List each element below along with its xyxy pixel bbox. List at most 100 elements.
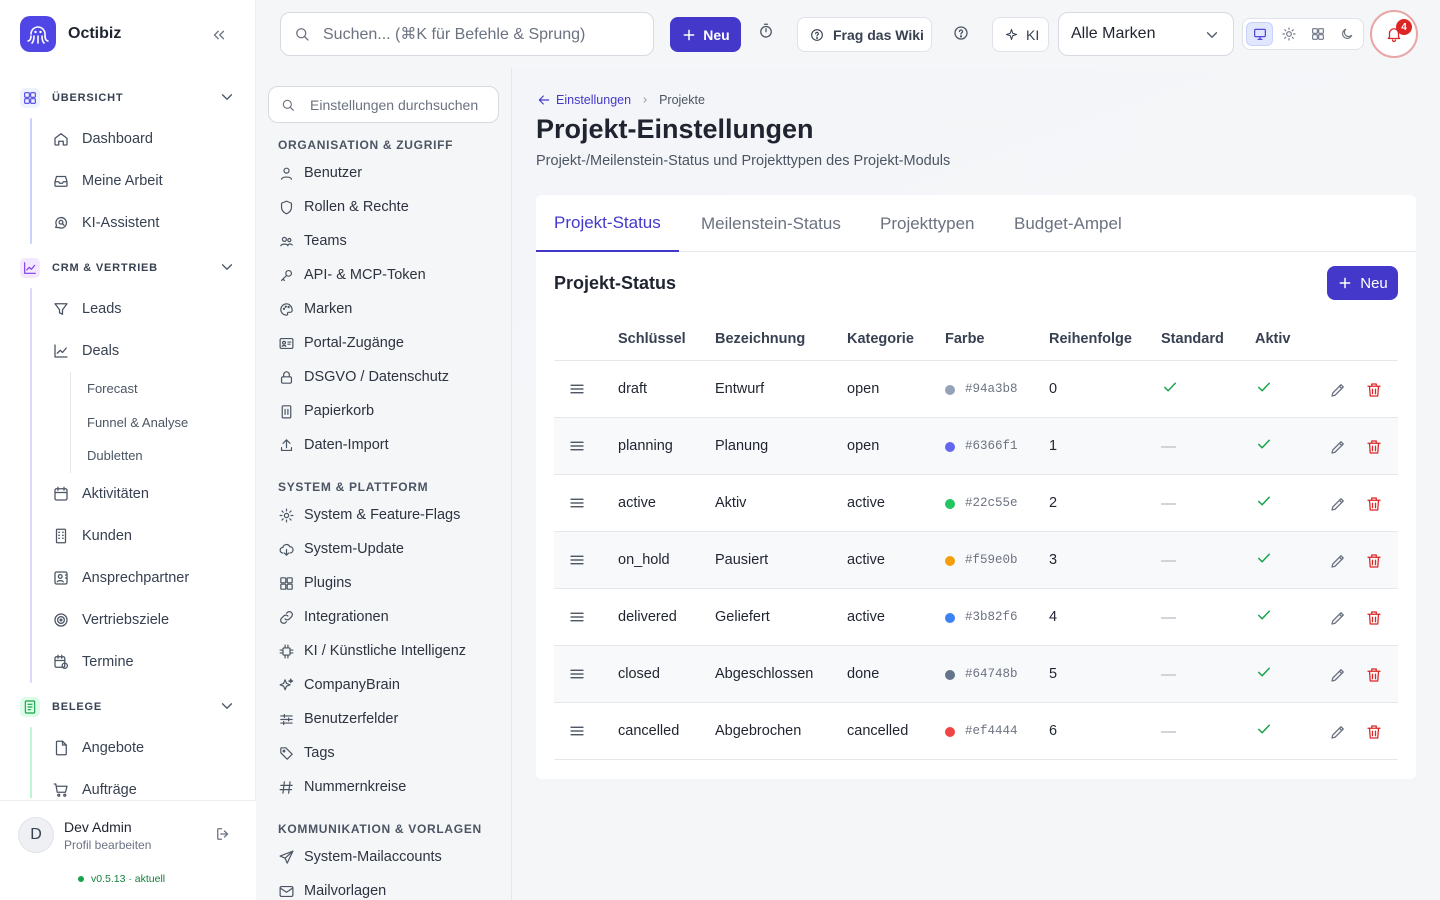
- settings-item-portal[interactable]: Portal-Zugänge: [256, 326, 512, 360]
- tab-projekt-status[interactable]: Projekt-Status: [536, 195, 679, 252]
- sidebar-subitem-forecast[interactable]: Forecast: [71, 372, 256, 406]
- edit-pencil-icon[interactable]: [1329, 552, 1347, 570]
- shield-icon: [280, 200, 293, 214]
- settings-item-benutzer[interactable]: Benutzer: [256, 156, 512, 190]
- sidebar-item-aktivitaeten[interactable]: Aktivitäten: [0, 473, 256, 515]
- column-header[interactable]: Standard: [1161, 331, 1224, 347]
- sidebar-item-termine[interactable]: Termine: [0, 641, 256, 683]
- collapse-sidebar-icon[interactable]: [208, 24, 230, 46]
- drag-handle-icon[interactable]: [568, 437, 586, 455]
- new-button[interactable]: Neu: [670, 17, 741, 52]
- edit-pencil-icon[interactable]: [1329, 438, 1347, 456]
- section-crm-vertrieb[interactable]: CRM & VERTRIEB: [0, 248, 256, 288]
- edit-pencil-icon[interactable]: [1329, 666, 1347, 684]
- settings-item-mailvorlagen[interactable]: Mailvorlagen: [256, 874, 512, 900]
- settings-item-companybrain[interactable]: CompanyBrain: [256, 668, 512, 702]
- sidebar-item-ansprechpartner[interactable]: Ansprechpartner: [0, 557, 256, 599]
- settings-item-label: Mailvorlagen: [304, 883, 387, 899]
- column-header[interactable]: Schlüssel: [618, 331, 686, 347]
- drag-handle-icon[interactable]: [568, 722, 586, 740]
- settings-item-import[interactable]: Daten-Import: [256, 428, 512, 462]
- sidebar-item-meine-arbeit[interactable]: Meine Arbeit: [0, 160, 256, 202]
- settings-item-marken[interactable]: Marken: [256, 292, 512, 326]
- ki-button[interactable]: KI: [992, 17, 1049, 52]
- column-header[interactable]: Reihenfolge: [1049, 331, 1132, 347]
- tab-meilenstein-status[interactable]: Meilenstein-Status: [701, 195, 841, 252]
- edit-pencil-icon[interactable]: [1329, 495, 1347, 513]
- settings-item-nummernkreise[interactable]: Nummernkreise: [256, 770, 512, 804]
- sidebar-subitem-dubletten[interactable]: Dubletten: [71, 439, 256, 473]
- settings-item-label: Integrationen: [304, 609, 389, 625]
- settings-item-mailaccounts[interactable]: System-Mailaccounts: [256, 840, 512, 874]
- settings-item-rollen[interactable]: Rollen & Rechte: [256, 190, 512, 224]
- sidebar-item-angebote[interactable]: Angebote: [0, 727, 256, 769]
- section-belege[interactable]: BELEGE: [0, 687, 256, 727]
- chevron-down-icon[interactable]: [218, 258, 236, 276]
- settings-search-input[interactable]: Einstellungen durchsuchen: [268, 86, 499, 123]
- breadcrumb-back-link[interactable]: Einstellungen: [536, 92, 631, 108]
- monitor-icon[interactable]: [1246, 22, 1274, 46]
- settings-item-update[interactable]: System-Update: [256, 532, 512, 566]
- settings-item-papierkorb[interactable]: Papierkorb: [256, 394, 512, 428]
- column-header[interactable]: Kategorie: [847, 331, 914, 347]
- brand-select[interactable]: Alle Marken: [1058, 12, 1234, 56]
- settings-item-tags[interactable]: Tags: [256, 736, 512, 770]
- tab-projekttypen[interactable]: Projekttypen: [880, 195, 975, 252]
- sidebar-subitem-funnel[interactable]: Funnel & Analyse: [71, 406, 256, 440]
- drag-handle-icon[interactable]: [568, 380, 586, 398]
- settings-item-api-token[interactable]: API- & MCP-Token: [256, 258, 512, 292]
- column-header[interactable]: Bezeichnung: [715, 331, 805, 347]
- help-icon[interactable]: [952, 24, 970, 42]
- chevron-down-icon[interactable]: [218, 697, 236, 715]
- color-swatch: [945, 727, 955, 737]
- sidebar-item-ki-assistent[interactable]: KI-Assistent: [0, 202, 256, 244]
- edit-pencil-icon[interactable]: [1329, 723, 1347, 741]
- drag-handle-icon[interactable]: [568, 494, 586, 512]
- settings-item-system[interactable]: System & Feature-Flags: [256, 498, 512, 532]
- logout-icon[interactable]: [214, 825, 232, 843]
- global-search-input[interactable]: Suchen... (⌘K für Befehle & Sprung): [280, 12, 654, 56]
- add-status-button[interactable]: Neu: [1327, 266, 1398, 300]
- delete-trash-icon[interactable]: [1365, 723, 1383, 741]
- brand[interactable]: Octibiz: [20, 16, 121, 52]
- question-circle-icon: [811, 28, 823, 41]
- delete-trash-icon[interactable]: [1365, 381, 1383, 399]
- edit-pencil-icon[interactable]: [1329, 609, 1347, 627]
- drag-handle-icon[interactable]: [568, 608, 586, 626]
- settings-item-ki[interactable]: KI / Künstliche Intelligenz: [256, 634, 512, 668]
- sidebar-item-auftraege[interactable]: Aufträge: [0, 769, 256, 799]
- sidebar-item-deals[interactable]: Deals: [0, 330, 256, 372]
- notifications-button[interactable]: 4: [1370, 10, 1418, 58]
- sidebar-item-vertriebsziele[interactable]: Vertriebsziele: [0, 599, 256, 641]
- edit-pencil-icon[interactable]: [1329, 381, 1347, 399]
- settings-item-benutzerfelder[interactable]: Benutzerfelder: [256, 702, 512, 736]
- moon-icon[interactable]: [1334, 22, 1361, 46]
- settings-item-plugins[interactable]: Plugins: [256, 566, 512, 600]
- delete-trash-icon[interactable]: [1365, 495, 1383, 513]
- column-header[interactable]: Farbe: [945, 331, 985, 347]
- timer-icon[interactable]: [757, 22, 775, 40]
- drag-handle-icon[interactable]: [568, 551, 586, 569]
- delete-trash-icon[interactable]: [1365, 552, 1383, 570]
- drag-handle-icon[interactable]: [568, 665, 586, 683]
- sidebar-item-dashboard[interactable]: Dashboard: [0, 118, 256, 160]
- delete-trash-icon[interactable]: [1365, 438, 1383, 456]
- chevron-down-icon[interactable]: [218, 88, 236, 106]
- avatar[interactable]: D: [18, 817, 54, 853]
- sidebar-item-leads[interactable]: Leads: [0, 288, 256, 330]
- section-uebersicht[interactable]: ÜBERSICHT: [0, 78, 256, 118]
- settings-item-dsgvo[interactable]: DSGVO / Datenschutz: [256, 360, 512, 394]
- settings-item-label: Marken: [304, 301, 353, 317]
- sun-icon[interactable]: [1275, 22, 1302, 46]
- sidebar-item-kunden[interactable]: Kunden: [0, 515, 256, 557]
- settings-item-integrationen[interactable]: Integrationen: [256, 600, 512, 634]
- layout-grid-icon[interactable]: [1305, 22, 1332, 46]
- tab-budget-ampel[interactable]: Budget-Ampel: [1014, 195, 1122, 252]
- tab-bar: Projekt-Status Meilenstein-Status Projek…: [536, 195, 1416, 252]
- delete-trash-icon[interactable]: [1365, 666, 1383, 684]
- column-header[interactable]: Aktiv: [1255, 331, 1290, 347]
- delete-trash-icon[interactable]: [1365, 609, 1383, 627]
- edit-profile-link[interactable]: Profil bearbeiten: [64, 838, 151, 852]
- settings-item-teams[interactable]: Teams: [256, 224, 512, 258]
- ask-wiki-button[interactable]: Frag das Wiki: [797, 17, 932, 52]
